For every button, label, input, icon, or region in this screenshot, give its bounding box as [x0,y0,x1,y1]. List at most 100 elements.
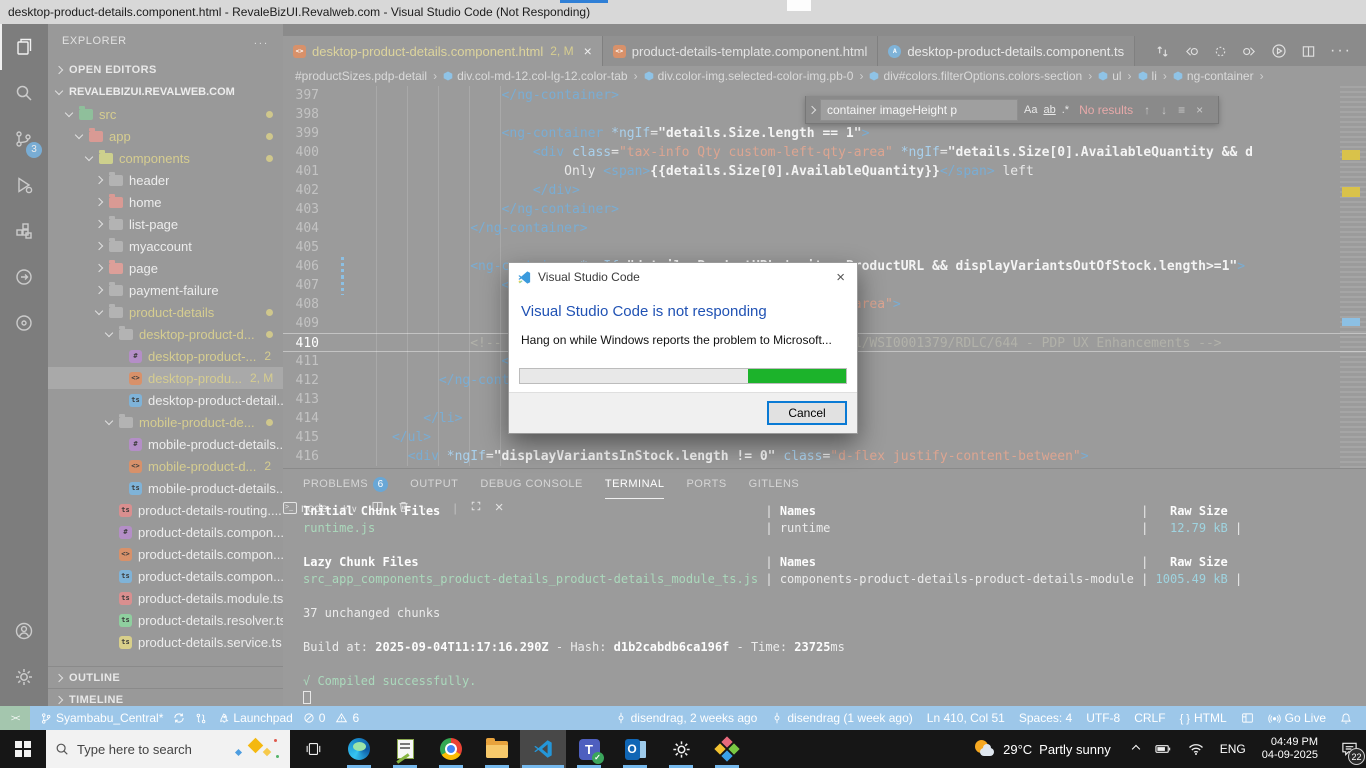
find-previous-icon[interactable]: ↑ [1144,103,1150,117]
breadcrumb-item[interactable]: div#colors.filterOptions.colors-section [869,69,1082,83]
nav-circle-icon[interactable] [1213,44,1228,59]
regex-icon[interactable]: .* [1062,104,1069,116]
panel-tab-terminal[interactable]: TERMINAL [605,469,665,499]
chrome-icon[interactable] [428,730,474,768]
tray-chevron-up-icon[interactable] [1133,746,1139,752]
close-icon[interactable]: × [584,43,592,59]
remote-indicator[interactable]: >< [0,706,30,730]
panel-tab-gitlens[interactable]: GITLENS [749,469,800,499]
edge-icon[interactable] [336,730,382,768]
breadcrumb-item[interactable]: div.col-md-12.col-lg-12.color-tab [443,69,628,83]
weather-widget[interactable]: 29°C Partly sunny [974,740,1111,758]
status-item-utf-8[interactable]: UTF-8 [1086,711,1120,725]
tree-file-item[interactable]: tsproduct-details.module.ts [48,587,283,609]
status-item-6[interactable]: 6 [335,711,359,725]
tab-desktop-product-details-ts[interactable]: A desktop-product-details.component.ts [878,36,1135,66]
outlook-icon[interactable]: O [612,730,658,768]
tree-folder-item[interactable]: app [48,125,283,147]
remote-explorer-icon[interactable] [0,254,48,300]
tree-folder-item[interactable]: components [48,147,283,169]
dialog-title-bar[interactable]: Visual Studio Code × [509,263,857,291]
open-changes-icon[interactable] [1155,44,1170,59]
dialog-close-icon[interactable]: × [832,269,849,286]
notification-center-icon[interactable]: 22 [1332,730,1366,768]
run-icon[interactable] [1271,43,1287,59]
tree-folder-item[interactable]: mobile-product-de... [48,411,283,433]
tree-folder-item[interactable]: product-details [48,301,283,323]
status-item-launchpad[interactable]: Launchpad [217,711,292,725]
more-actions-icon[interactable]: ··· [1330,42,1352,60]
panel-tab-debug-console[interactable]: DEBUG CONSOLE [480,469,582,499]
panel-tab-output[interactable]: OUTPUT [410,469,458,499]
find-in-selection-icon[interactable]: ≡ [1178,103,1185,117]
tab-product-details-template-html[interactable]: <> product-details-template.component.ht… [603,36,879,66]
status-item-ln-410-col-51[interactable]: Ln 410, Col 51 [927,711,1005,725]
tree-file-item[interactable]: <>product-details.compon... [48,543,283,565]
breadcrumb-item[interactable]: #productSizes.pdp-detail [295,69,427,83]
tree-folder-item[interactable]: list-page [48,213,283,235]
start-button[interactable] [0,730,46,768]
source-control-icon[interactable]: 3 [0,116,48,162]
tree-folder-item[interactable]: desktop-product-d... [48,323,283,345]
tree-file-item[interactable]: tsdesktop-product-detail... [48,389,283,411]
terminal-output[interactable]: Initial Chunk Files | Names | Raw Sizeru… [303,503,1343,707]
find-input[interactable]: container imageHeight p [820,99,1018,121]
taskbar-search-input[interactable]: Type here to search [46,730,290,768]
tree-file-item[interactable]: tsproduct-details.resolver.ts [48,609,283,631]
tree-file-item[interactable]: #product-details.compon... [48,521,283,543]
battery-icon[interactable] [1155,743,1172,755]
tree-file-item[interactable]: #mobile-product-details.... [48,433,283,455]
status-item-crlf[interactable]: CRLF [1134,711,1165,725]
status-item-disendrag-1-week-ago[interactable]: disendrag (1 week ago) [771,711,912,725]
account-icon[interactable] [0,608,48,654]
vscode-icon[interactable] [520,730,566,768]
search-icon[interactable] [0,70,48,116]
panel-tab-problems[interactable]: PROBLEMS6 [303,469,388,499]
status-item-go-live[interactable]: Go Live [1268,711,1326,725]
bell-icon[interactable] [1340,712,1352,725]
panel-tab-ports[interactable]: PORTS [686,469,726,499]
tree-folder-item[interactable]: header [48,169,283,191]
status-item-disendrag-2-weeks-ago[interactable]: disendrag, 2 weeks ago [615,711,758,725]
settings-icon[interactable] [658,730,704,768]
teams-icon[interactable]: T✓ [566,730,612,768]
status-item-html[interactable]: { }HTML [1180,711,1227,725]
tree-file-item[interactable]: <>mobile-product-d...2 [48,455,283,477]
tree-folder-item[interactable]: home [48,191,283,213]
status-item-syambabu-central[interactable]: Syambabu_Central* [40,711,163,725]
match-case-icon[interactable]: Aa [1024,104,1037,116]
clock[interactable]: 04:49 PM 04-09-2025 [1262,736,1318,762]
sync-icon[interactable] [173,712,185,724]
run-debug-icon[interactable] [0,162,48,208]
tree-folder-item[interactable]: page [48,257,283,279]
find-next-icon[interactable]: ↓ [1161,103,1167,117]
split-editor-icon[interactable] [1301,44,1316,59]
dev-diamond-icon[interactable] [704,730,750,768]
minimap[interactable] [1340,86,1366,468]
extensions-icon[interactable] [0,208,48,254]
language-indicator[interactable]: ENG [1220,742,1246,756]
tree-file-item[interactable]: <>desktop-produ...2, M [48,367,283,389]
outline-section[interactable]: OUTLINE [48,666,283,688]
tree-file-item[interactable]: tsproduct-details.compon... [48,565,283,587]
tree-root[interactable]: REVALEBIZUI.REVALWEB.COM [48,81,283,103]
wifi-icon[interactable] [1188,743,1204,755]
sidebar-more-icon[interactable]: ... [254,24,269,59]
whole-word-icon[interactable]: ab [1043,104,1055,116]
file-explorer-icon[interactable] [474,730,520,768]
tab-desktop-product-details-html[interactable]: <> desktop-product-details.component.htm… [283,36,603,66]
status-item-spaces-4[interactable]: Spaces: 4 [1019,711,1072,725]
tree-file-item[interactable]: #desktop-product-...2 [48,345,283,367]
tree-folder-item[interactable]: payment-failure [48,279,283,301]
settings-gear-icon[interactable] [0,654,48,700]
find-toggle-replace-icon[interactable] [806,96,820,123]
layout-icon[interactable] [1241,712,1254,724]
breadcrumb-item[interactable]: ng-container [1173,69,1254,83]
gitlens-compare-icon[interactable] [195,712,207,725]
tree-folder-item[interactable]: myaccount [48,235,283,257]
tree-file-item[interactable]: tsproduct-details.service.ts [48,631,283,653]
notepad-icon[interactable] [382,730,428,768]
open-editors-section[interactable]: OPEN EDITORS [48,59,283,81]
test-explorer-icon[interactable] [0,300,48,346]
explorer-icon[interactable] [0,24,48,70]
